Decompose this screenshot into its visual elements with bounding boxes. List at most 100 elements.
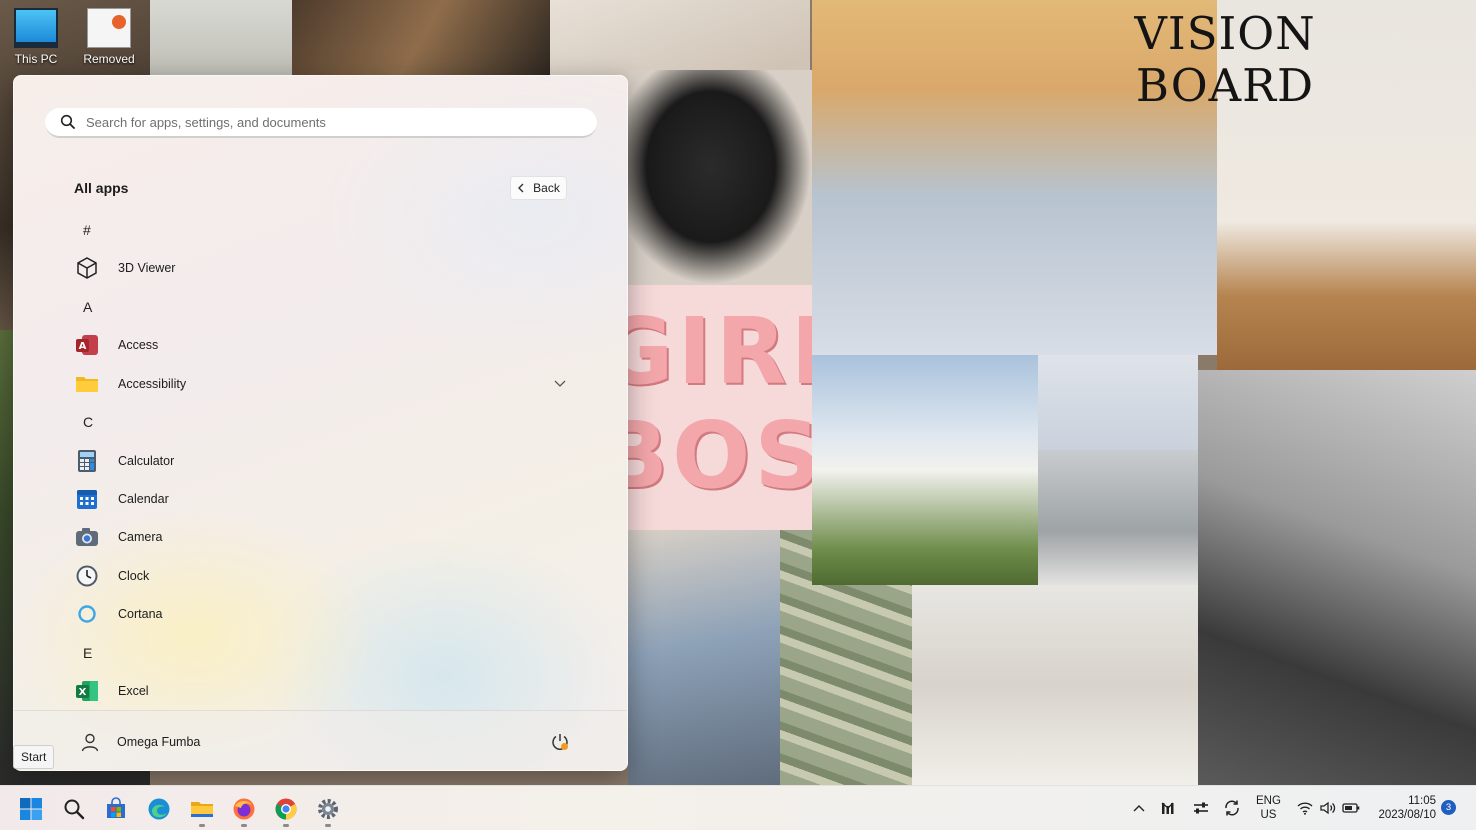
folder-icon	[191, 802, 213, 817]
running-indicator	[283, 824, 289, 827]
user-name[interactable]: Omega Fumba	[117, 735, 200, 749]
excel-icon: X	[75, 679, 99, 703]
section-header-c[interactable]: C	[14, 403, 627, 441]
wallpaper-tile	[628, 530, 780, 785]
wallpaper-tile	[1198, 370, 1476, 785]
bars-icon	[1161, 802, 1174, 814]
all-apps-title: All apps	[74, 180, 129, 196]
chevron-down-icon[interactable]	[554, 375, 566, 393]
svg-text:A: A	[79, 341, 87, 352]
desktop-icon-this-pc[interactable]: This PC	[1, 0, 71, 66]
taskbar-search-button[interactable]	[58, 793, 90, 825]
section-header-e[interactable]: E	[14, 634, 627, 672]
wifi-button[interactable]	[1295, 798, 1315, 818]
time-text: 11:05	[1408, 795, 1436, 807]
tray-sync-button[interactable]	[1222, 798, 1242, 818]
start-button[interactable]	[15, 793, 47, 825]
app-label: Camera	[118, 530, 163, 544]
chrome-icon	[275, 798, 297, 820]
section-header-a[interactable]: A	[14, 288, 627, 326]
wallpaper-tile	[1038, 450, 1198, 585]
desktop-icon-label: Removed	[83, 52, 135, 66]
app-label: Cortana	[118, 607, 163, 621]
section-header-hash[interactable]: #	[14, 211, 627, 249]
wallpaper-tile	[912, 585, 1198, 785]
taskbar-chrome-button[interactable]	[270, 793, 302, 827]
wallpaper-tile	[1038, 355, 1198, 450]
sliders-icon	[1194, 802, 1208, 814]
power-icon[interactable]	[550, 732, 570, 752]
tray-app-button[interactable]	[1191, 798, 1211, 818]
vision-word: VISION	[1134, 7, 1316, 60]
boss-word: BOSS	[628, 402, 812, 509]
wallpaper-tile	[292, 0, 550, 80]
running-indicator	[241, 824, 247, 827]
chevron-up-icon	[1133, 805, 1145, 812]
search-box[interactable]	[45, 108, 597, 138]
app-item-accessibility[interactable]: Accessibility	[14, 365, 627, 403]
app-label: Excel	[118, 684, 149, 698]
girl-boss-text: GIRL BOSS	[628, 300, 812, 520]
notification-badge[interactable]: 3	[1441, 800, 1456, 815]
start-menu: All apps Back # 3D Viewer A A Access	[13, 75, 628, 771]
section-letter: #	[83, 222, 91, 238]
taskbar: ENG US 11:05 2023/08/10 3	[0, 785, 1476, 830]
section-letter: C	[83, 414, 94, 430]
app-item-excel[interactable]: X Excel	[14, 672, 627, 709]
svg-text:X: X	[79, 687, 87, 698]
taskbar-file-explorer-button[interactable]	[186, 793, 218, 827]
language-code: ENG	[1256, 795, 1281, 807]
tray-app-button[interactable]	[1159, 798, 1179, 818]
app-item-3d-viewer[interactable]: 3D Viewer	[14, 249, 627, 287]
start-menu-footer: Omega Fumba	[14, 710, 627, 770]
board-word: BOARD	[1135, 59, 1315, 112]
taskbar-edge-button[interactable]	[143, 793, 175, 825]
sync-icon	[1225, 800, 1239, 816]
desktop-icon-removed[interactable]: Removed	[74, 0, 144, 66]
app-item-calendar[interactable]: Calendar	[14, 480, 627, 518]
wallpaper-tile	[628, 70, 812, 285]
folder-icon	[75, 372, 99, 396]
app-item-cortana[interactable]: Cortana	[14, 595, 627, 633]
wifi-icon	[1297, 802, 1313, 815]
language-indicator[interactable]: ENG US	[1256, 794, 1281, 822]
taskbar-settings-button[interactable]	[312, 793, 344, 827]
document-icon	[87, 8, 131, 48]
back-button[interactable]: Back	[510, 176, 567, 200]
calendar-icon	[75, 487, 99, 511]
clock[interactable]: 11:05 2023/08/10	[1372, 794, 1436, 822]
gear-icon	[318, 799, 338, 819]
volume-button[interactable]	[1318, 798, 1338, 818]
date-text: 2023/08/10	[1378, 809, 1436, 821]
app-label: Calculator	[118, 454, 175, 468]
search-input[interactable]	[86, 114, 556, 130]
clock-icon	[75, 564, 99, 588]
cortana-icon	[75, 602, 99, 626]
section-letter: A	[83, 299, 93, 315]
app-label: Access	[118, 338, 159, 352]
user-icon[interactable]	[80, 732, 100, 752]
cube-icon	[75, 256, 99, 280]
app-item-calculator[interactable]: Calculator	[14, 442, 627, 480]
all-apps-list: # 3D Viewer A A Access Accessibility C C…	[14, 211, 627, 709]
app-label: 3D Viewer	[118, 261, 176, 275]
app-item-camera[interactable]: Camera	[14, 518, 627, 556]
show-hidden-icons-button[interactable]	[1129, 798, 1149, 818]
store-icon	[107, 797, 125, 818]
taskbar-firefox-button[interactable]	[228, 793, 260, 827]
calculator-icon	[75, 449, 99, 473]
battery-button[interactable]	[1341, 798, 1361, 818]
desktop-icon-label: This PC	[14, 52, 58, 66]
back-button-label: Back	[533, 181, 560, 195]
wallpaper-tile	[150, 0, 292, 80]
camera-icon	[75, 525, 99, 549]
girl-word: GIRL	[628, 300, 812, 405]
app-item-access[interactable]: A Access	[14, 326, 627, 364]
app-label: Clock	[118, 569, 150, 583]
region-code: US	[1260, 809, 1277, 821]
app-label: Accessibility	[118, 377, 187, 391]
start-tooltip: Start	[13, 745, 55, 769]
taskbar-store-button[interactable]	[100, 793, 132, 825]
computer-icon	[14, 8, 58, 48]
app-item-clock[interactable]: Clock	[14, 557, 627, 595]
